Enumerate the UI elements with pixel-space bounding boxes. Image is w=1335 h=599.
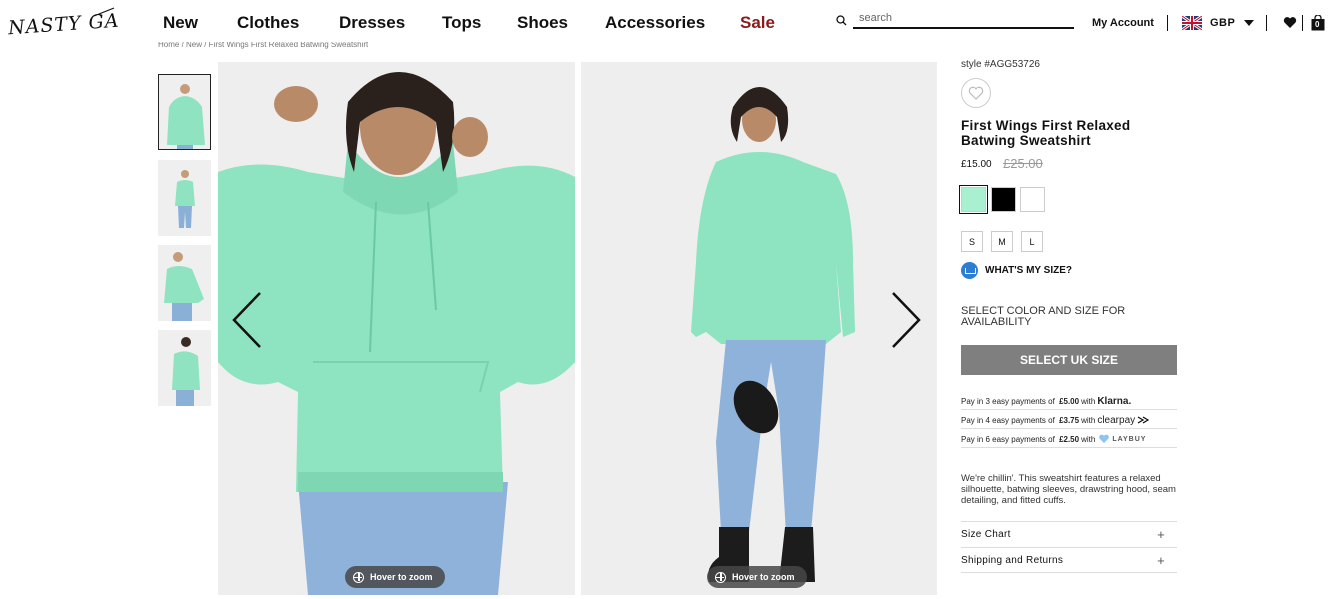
zoom-icon (353, 571, 364, 583)
whats-my-size-label: WHAT'S MY SIZE? (985, 265, 1073, 276)
plus-icon: + (1157, 553, 1165, 568)
search-icon[interactable] (836, 15, 847, 26)
product-description: We're chillin'. This sweatshirt features… (961, 473, 1176, 506)
heart-outline-icon (968, 86, 984, 100)
chevron-right-icon[interactable] (885, 290, 925, 350)
search-placeholder: search (859, 12, 893, 24)
product-image-1[interactable]: Hover to zoom (218, 62, 575, 595)
color-swatch-black[interactable] (991, 187, 1016, 212)
payment-text: Pay in 3 easy payments of (961, 396, 1055, 406)
nav-tops[interactable]: Tops (442, 13, 481, 33)
zoom-label: Hover to zoom (732, 572, 795, 582)
payment-text: Pay in 6 easy payments of (961, 434, 1055, 444)
thumbnail-2[interactable] (158, 160, 211, 236)
nav-accessories[interactable]: Accessories (605, 13, 705, 33)
brand-logo[interactable]: NASTY GAL (6, 4, 118, 42)
original-price: £25.00 (1003, 156, 1043, 171)
color-swatch-white[interactable] (1020, 187, 1045, 212)
select-size-button[interactable]: SELECT UK SIZE (961, 345, 1177, 375)
payment-amount: £2.50 (1059, 434, 1080, 444)
hanger-icon (961, 262, 978, 279)
shopping-bag-icon[interactable]: 0 (1311, 15, 1325, 31)
plus-icon: + (1157, 527, 1165, 542)
thumbnail-1[interactable] (158, 74, 211, 150)
uk-flag-icon[interactable] (1182, 16, 1202, 30)
payment-with: with (1081, 396, 1096, 406)
wishlist-heart-icon[interactable] (1283, 16, 1297, 29)
zoom-label: Hover to zoom (370, 572, 433, 582)
breadcrumb[interactable]: Home / New / First Wings First Relaxed B… (158, 42, 368, 52)
my-account-link[interactable]: My Account (1092, 17, 1154, 29)
hover-to-zoom-button[interactable]: Hover to zoom (707, 566, 807, 588)
klarna-logo: Klarna. (1097, 395, 1132, 407)
chevron-down-icon[interactable] (1244, 20, 1254, 26)
payment-option-laybuy[interactable]: Pay in 6 easy payments of £2.50 with LAY… (961, 431, 1177, 448)
model-photo-full-body (581, 62, 937, 595)
chevron-left-icon[interactable] (228, 290, 268, 350)
model-photo-front-closeup (218, 62, 575, 595)
nav-dresses[interactable]: Dresses (339, 13, 405, 33)
nav-shoes[interactable]: Shoes (517, 13, 568, 33)
accordion-label: Shipping and Returns (961, 555, 1064, 566)
thumbnail-3[interactable] (158, 245, 211, 321)
clearpay-logo: clearpay (1097, 414, 1136, 426)
search-underline (853, 27, 1074, 29)
divider (1266, 15, 1267, 31)
hover-to-zoom-button[interactable]: Hover to zoom (345, 566, 445, 588)
payment-amount: £3.75 (1059, 415, 1080, 425)
laybuy-heart-icon (1099, 434, 1110, 443)
laybuy-logo: LAYBUY (1112, 435, 1147, 443)
product-title: First Wings First Relaxed Batwing Sweats… (961, 118, 1131, 148)
whats-my-size-link[interactable]: WHAT'S MY SIZE? (961, 262, 1072, 279)
availability-message: SELECT COLOR AND SIZE FOR AVAILABILITY (961, 305, 1126, 328)
search-input[interactable]: search (836, 12, 1074, 29)
divider (961, 572, 1177, 573)
currency-selector[interactable]: GBP (1210, 17, 1235, 29)
product-image-2[interactable]: Hover to zoom (581, 62, 937, 595)
color-swatch-mint[interactable] (959, 185, 988, 214)
size-option-m[interactable]: M (991, 231, 1013, 252)
thumbnail-4[interactable] (158, 330, 211, 406)
payment-amount: £5.00 (1059, 396, 1080, 406)
divider (1302, 15, 1303, 31)
payment-option-clearpay[interactable]: Pay in 4 easy payments of £3.75 with cle… (961, 412, 1177, 429)
size-option-l[interactable]: L (1021, 231, 1043, 252)
bag-count: 0 (1315, 20, 1320, 29)
nav-new[interactable]: New (163, 13, 198, 33)
size-option-s[interactable]: S (961, 231, 983, 252)
zoom-icon (715, 571, 726, 583)
payment-text: Pay in 4 easy payments of (961, 415, 1055, 425)
shipping-returns-accordion[interactable]: Shipping and Returns + (961, 547, 1177, 573)
accordion-label: Size Chart (961, 529, 1011, 540)
nav-sale[interactable]: Sale (740, 13, 775, 33)
payment-with: with (1081, 434, 1096, 444)
sale-price: £15.00 (961, 159, 992, 170)
style-number: style #AGG53726 (961, 59, 1040, 70)
payment-option-klarna[interactable]: Pay in 3 easy payments of £5.00 with Kla… (961, 393, 1177, 410)
payment-with: with (1081, 415, 1096, 425)
size-chart-accordion[interactable]: Size Chart + (961, 521, 1177, 547)
clearpay-arrows-icon (1137, 416, 1150, 424)
add-to-wishlist-button[interactable] (961, 78, 991, 108)
divider (1167, 15, 1168, 31)
nav-clothes[interactable]: Clothes (237, 13, 299, 33)
